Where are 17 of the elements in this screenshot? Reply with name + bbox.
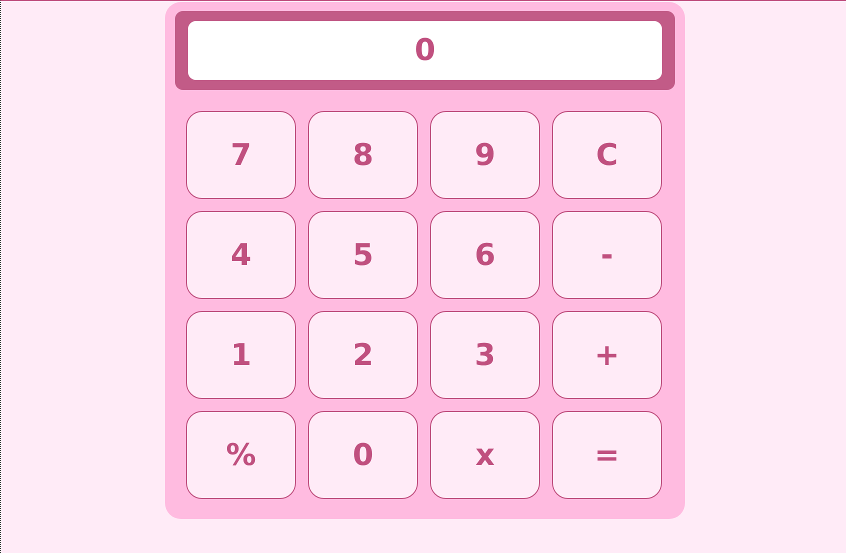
calculator-key[interactable]: 2 xyxy=(308,311,418,399)
display-field: 0 xyxy=(188,21,662,80)
calculator-key[interactable]: 5 xyxy=(308,211,418,299)
calculator-key[interactable]: % xyxy=(186,411,296,499)
calculator-key[interactable]: C xyxy=(552,111,662,199)
calculator-key[interactable]: 3 xyxy=(430,311,540,399)
calculator-key[interactable]: + xyxy=(552,311,662,399)
calculator-key[interactable]: 7 xyxy=(186,111,296,199)
calculator-key[interactable]: 4 xyxy=(186,211,296,299)
calculator-key[interactable]: 9 xyxy=(430,111,540,199)
calculator-key[interactable]: - xyxy=(552,211,662,299)
calculator-key[interactable]: 6 xyxy=(430,211,540,299)
calculator-key[interactable]: x xyxy=(430,411,540,499)
calculator-key[interactable]: 8 xyxy=(308,111,418,199)
calculator-key[interactable]: 1 xyxy=(186,311,296,399)
calculator-key[interactable]: 0 xyxy=(308,411,418,499)
calculator-key[interactable]: = xyxy=(552,411,662,499)
